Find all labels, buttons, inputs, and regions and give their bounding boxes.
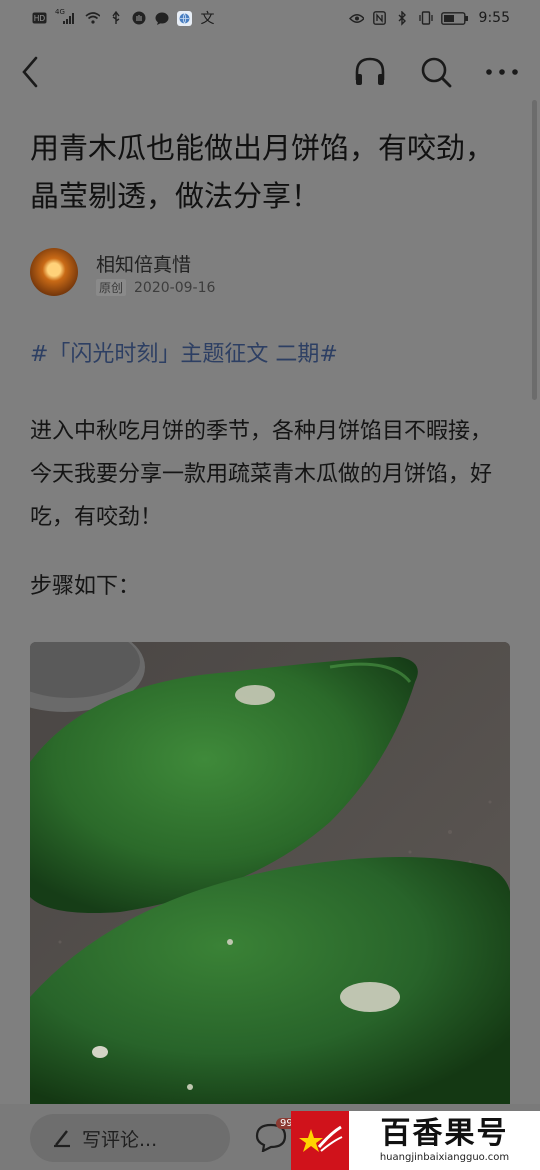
watermark-title: 百香果号 [380, 1115, 509, 1151]
watermark-logo [291, 1111, 349, 1170]
comment-input[interactable]: 写评论... [30, 1114, 230, 1162]
comment-placeholder: 写评论... [82, 1128, 158, 1151]
signal-4g-icon: 4G [55, 8, 77, 25]
wifi-icon [85, 11, 100, 25]
battery-icon [440, 11, 469, 25]
author-row: 相知倍真惜 原创 2020-09-16 [30, 248, 510, 300]
scrollbar[interactable] [532, 100, 537, 400]
usb-icon [108, 11, 123, 25]
listen-button[interactable] [348, 50, 392, 94]
hd-icon: HD [32, 11, 47, 25]
star-logo-icon [299, 1125, 343, 1152]
author-meta: 原创 2020-09-16 [96, 279, 215, 296]
papaya-photo [30, 642, 510, 1112]
watermark-url: huangjinbaixiangguo.com [379, 1151, 510, 1163]
article-image[interactable] [30, 642, 510, 1112]
more-button[interactable] [480, 50, 524, 94]
article-paragraph: 进入中秋吃月饼的季节，各种月饼馅目不暇接，今天我要分享一款用疏菜青木瓜做的月饼馅… [30, 419, 493, 530]
nfc-icon [372, 11, 387, 25]
back-icon [22, 56, 38, 88]
back-button[interactable] [8, 50, 52, 94]
eye-icon [348, 11, 364, 25]
search-button[interactable] [414, 50, 458, 94]
topic-tag[interactable]: #「闪光时刻」主题征文 二期# [30, 336, 338, 368]
status-bar: HD 4G 文 9:55 [0, 0, 540, 36]
status-left-icons: HD 4G 文 [32, 8, 215, 27]
browser-icon [177, 10, 192, 26]
chat-bubble-icon [154, 11, 169, 25]
watermark: 百香果号 huangjinbaixiangguo.com [291, 1111, 540, 1170]
search-icon [421, 57, 452, 88]
translate-icon: 文 [200, 11, 215, 27]
hand-icon [131, 11, 146, 25]
network-type: 4G [55, 8, 65, 16]
author-avatar[interactable] [30, 248, 78, 296]
svg-text:HD: HD [34, 14, 46, 23]
vibrate-icon [418, 11, 433, 25]
author-name[interactable]: 相知倍真惜 [96, 250, 191, 277]
article-title: 用青木瓜也能做出月饼馅，有咬劲，晶莹剔透，做法分享！ [30, 131, 495, 213]
clock: 9:55 [478, 10, 510, 26]
status-right-icons: 9:55 [348, 10, 510, 26]
steps-heading: 步骤如下： [30, 574, 141, 599]
original-badge: 原创 [96, 279, 127, 296]
top-nav [0, 44, 540, 100]
pen-icon [54, 1130, 70, 1148]
headphones-icon [355, 57, 385, 85]
bluetooth-icon [395, 10, 410, 26]
publish-date: 2020-09-16 [134, 279, 216, 296]
more-icon [486, 69, 518, 75]
